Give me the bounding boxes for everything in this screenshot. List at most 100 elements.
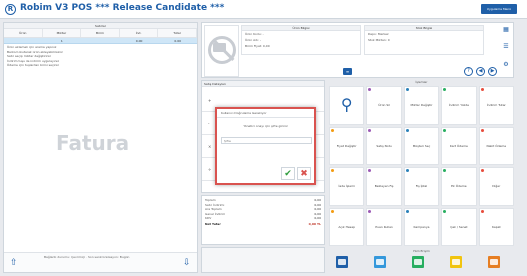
key-color-dot [443,169,447,172]
key-color-dot [480,169,484,172]
cancel-x-icon[interactable]: ✖ [297,167,311,180]
column-header[interactable]: Tutar [158,29,197,37]
keypad-key-label: Kart Ödeme [449,143,468,148]
cell [81,38,120,43]
tile-glyph [376,259,384,265]
net-total-row: Net Tutar 0,00 TL [205,221,321,227]
keypad-key[interactable]: Fiş İptal [403,167,440,206]
key-color-dot [480,88,484,91]
keypad-key[interactable]: Kampanya [403,207,440,246]
key-color-dot [405,209,409,213]
key-color-dot [443,209,447,213]
multiply-icon[interactable]: × [208,144,211,149]
help-icon[interactable]: ? [464,67,473,76]
keypad-key[interactable]: Bekleyen Fiş [366,167,402,206]
keypad-key[interactable]: Kapat [478,207,514,246]
tiles-header: Hızlı Erişim [413,249,430,253]
quick-tile-icon[interactable] [336,256,348,268]
keypad-key-label: Ürün Sil [378,103,390,108]
key-color-dot [331,209,334,213]
keypad-key-label: Miktar Değiştir [410,103,433,108]
column-header[interactable]: Birim [81,29,120,37]
keypad-key-label: Kampanya [413,224,430,229]
key-color-dot [368,209,372,213]
list-icon[interactable]: ☰ [502,43,510,51]
keypad-key[interactable]: Fiyat Değiştir [329,126,365,165]
keypad-key-label: Diğer [492,184,501,189]
cell [4,38,43,43]
keypad-key[interactable]: Müşteri Seç [403,126,440,165]
key-color-dot [331,128,334,132]
keypad-key-label: İndirim Tutar [486,103,506,108]
key-color-dot [405,169,409,172]
quick-tile-icon[interactable] [450,256,462,268]
keypad-key[interactable]: Ürün Sil [366,86,402,125]
footer-status: Bağlantı durumu: Çevrimiçi · Son senkron… [44,255,130,259]
net-total-label: Net Tutar [205,221,221,226]
hint-line: Ödeme için tuşlardan birini seçiniz [7,63,59,67]
app-menu-button[interactable]: Uygulama Menü [481,4,517,14]
lines-columns: Ürün Miktar Birim İnd. Tutar [4,29,197,38]
previous-icon[interactable]: ◀ [476,67,485,76]
column-header[interactable]: Miktar [43,29,82,37]
quick-tile-icon[interactable] [374,256,386,268]
barcode-button[interactable]: ≡ [343,68,352,75]
plus-icon[interactable]: + [208,98,211,103]
search-icon[interactable]: ⚲ [329,86,365,125]
divide-icon[interactable]: ÷ [208,167,211,172]
tile-glyph [490,259,498,265]
cart-header: Satış Detayları [202,81,324,87]
keypad-key[interactable]: Nakit Ödeme [478,126,514,165]
keypad-key[interactable]: Diğer [478,167,514,206]
minus-icon[interactable]: - [208,121,209,126]
column-header[interactable]: İnd. [120,29,159,37]
keypad-key-label: Bekleyen Fiş [374,184,394,189]
app-title: Robim V3 POS *** Release Candidate *** [20,3,225,13]
net-total-value: 0,00 TL [308,221,321,226]
column-header[interactable]: Ürün [4,29,43,37]
keypad-key[interactable]: İndirim Tutar [478,86,514,125]
key-color-dot [443,88,447,91]
keypad-key-label: Fiyat Değiştir [336,143,357,148]
keypad-key[interactable]: Ek Ödeme [441,167,477,206]
title-bar: R Robim V3 POS *** Release Candidate ***… [0,0,527,19]
keypad-key[interactable]: Çek / Senet [441,207,477,246]
quick-tile-icon[interactable] [412,256,424,268]
keypad-key[interactable]: İade İşlemi [329,167,365,206]
keypad-key-label: Puan Kullan [375,224,393,229]
quick-tile-icon[interactable] [488,256,500,268]
hint-list: Ürün eklemek için arama yapınız Barkod o… [4,44,197,69]
keypad-key[interactable]: Puan Kullan [366,207,402,246]
keypad-key[interactable]: Açık Hesap [329,207,365,246]
next-icon[interactable]: ▶ [488,67,497,76]
scroll-down-icon[interactable]: ⇩ [183,259,191,268]
status-area [201,247,325,273]
keypad-key-label: Ek Ödeme [451,184,467,189]
app-logo-icon: R [5,4,16,15]
keypad-key[interactable]: Kart Ödeme [441,126,477,165]
keypad-key[interactable]: İndirim Yüzde [441,86,477,125]
keypad-key[interactable]: Miktar Değiştir [403,86,440,125]
keypad-key-label: Fiş İptal [415,184,428,189]
confirm-check-icon[interactable]: ✔ [281,167,295,180]
key-color-dot [405,128,409,132]
key-color-dot [480,209,484,213]
key-color-dot [368,88,372,91]
grid-icon[interactable]: ▦ [502,26,510,34]
keypad-key-label: Çek / Senet [450,224,468,229]
tile-glyph [338,259,346,265]
keypad-key[interactable]: Satış Notu [366,126,402,165]
keypad-key-label: Kapat [491,224,501,229]
key-color-dot [405,88,409,91]
password-field[interactable]: Şifre [221,137,312,144]
scroll-up-icon[interactable]: ⇧ [10,259,18,268]
dialog-title: Kullanıcı Doğrulama Gerekiyor [217,109,314,118]
settings-icon[interactable]: ⚙ [502,61,510,69]
product-details-grid: Ürün Bilgisi Ürün Kodu: - Ürün Adı: - Bi… [241,25,361,55]
tile-glyph [452,259,460,265]
key-color-dot [331,169,334,172]
stock-details-grid: Stok Bilgisi Depo: Merkez Stok Miktarı: … [364,25,484,55]
product-image [204,25,239,77]
document-type-watermark: Fatura [56,131,130,155]
function-keypad: ⚲ Ürün Sil Miktar Değiştir İndirim Yüzde İnd… [328,80,515,247]
